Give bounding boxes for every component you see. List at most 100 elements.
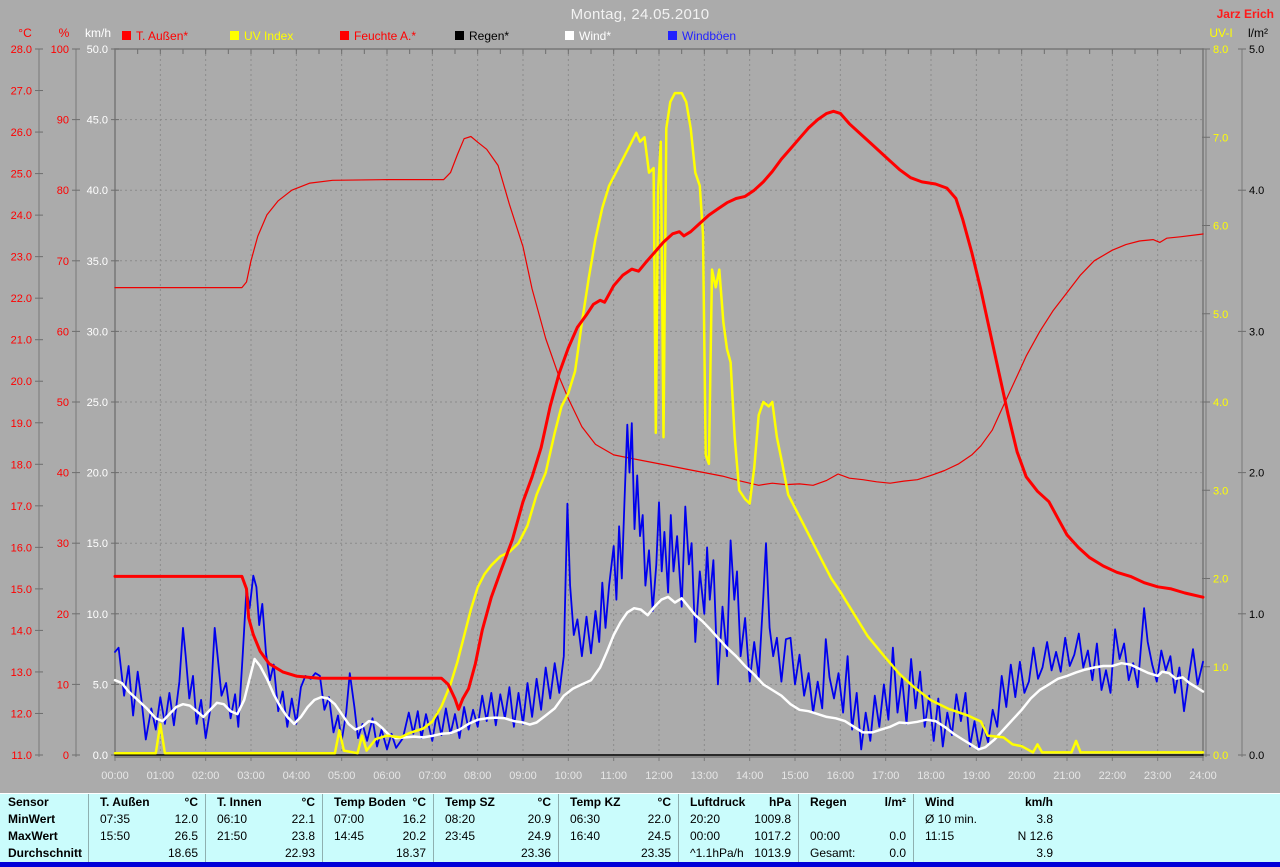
x-tick-label: 01:00 bbox=[147, 770, 175, 782]
axis-tick-label: 15.0 bbox=[11, 584, 32, 596]
table-cell: 23.35 bbox=[558, 845, 678, 862]
x-tick-label: 04:00 bbox=[283, 770, 311, 782]
axis-rain: l/m² 0.0 1.0 2.0 3.0 4.0 5.0 bbox=[1238, 26, 1268, 762]
axis-tick-label: 100 bbox=[51, 44, 69, 56]
x-axis-labels: 00:00 01:00 02:00 03:00 04:00 05:00 06:00 07:00… bbox=[101, 770, 1217, 782]
axis-tick-label: 3.0 bbox=[1213, 485, 1228, 497]
table-cell: T. Außen °C bbox=[88, 794, 205, 811]
x-tick-label: 20:00 bbox=[1008, 770, 1036, 782]
x-tick-label: 11:00 bbox=[600, 770, 627, 782]
x-tick-label: 19:00 bbox=[963, 770, 991, 782]
table-cell: Ø 10 min. 3.8 bbox=[913, 811, 1060, 828]
axis-uv: UV-I 0.0 1.0 2.0 3.0 4.0 5.0 6.0 7.0 8.0 bbox=[1202, 26, 1233, 762]
axis-tick-label: 17.0 bbox=[11, 501, 32, 513]
axis-tick-label: 80 bbox=[57, 185, 69, 197]
table-cell: Gesamt: 0.0 bbox=[798, 845, 913, 862]
axis-tick-label: 0.0 bbox=[1213, 750, 1228, 762]
table-cell: T. Innen °C bbox=[205, 794, 322, 811]
axis-tick-label: 15.0 bbox=[87, 538, 108, 550]
axis-tick-label: 10.0 bbox=[87, 609, 108, 621]
axis-tick-label: 21.0 bbox=[11, 335, 32, 347]
axis-tick-label: 0 bbox=[63, 750, 69, 762]
row-label: Sensor bbox=[8, 795, 49, 809]
legend-label: Feuchte A.* bbox=[354, 29, 416, 43]
table-cell: 21:50 23.8 bbox=[205, 828, 322, 845]
axis-tick-label: 0.0 bbox=[93, 750, 108, 762]
axis-tick-label: 6.0 bbox=[1213, 221, 1228, 233]
x-tick-label: 06:00 bbox=[373, 770, 401, 782]
axis-tick-label: 40 bbox=[57, 468, 69, 480]
axis-tick-label: 50.0 bbox=[87, 44, 108, 56]
chart-legend: T. Außen* UV Index Feuchte A.* Regen* Wind* W… bbox=[122, 29, 736, 43]
axis-tick-label: 20.0 bbox=[87, 468, 108, 480]
table-cell: 3.9 bbox=[913, 845, 1060, 862]
axis-tick-label: 26.0 bbox=[11, 127, 32, 139]
axis-tick-label: 19.0 bbox=[11, 418, 32, 430]
table-cell: 23:45 24.9 bbox=[433, 828, 558, 845]
sensor-stats-table: Sensor T. Außen °C T. Innen °C Temp Boden °C Te… bbox=[0, 793, 1280, 863]
x-tick-label: 03:00 bbox=[237, 770, 265, 782]
table-row: Durchschnitt 18.65 22.93 18.37 23.36 23.35 ^1.… bbox=[0, 845, 1280, 862]
axis-tick-label: 7.0 bbox=[1213, 132, 1228, 144]
legend-swatch bbox=[122, 31, 131, 40]
axis-tick-label: 16.0 bbox=[11, 542, 32, 554]
axis-humidity: % 0 10 20 30 40 50 60 70 80 90 100 bbox=[51, 26, 80, 762]
x-tick-label: 18:00 bbox=[917, 770, 945, 782]
axis-tick-label: 18.0 bbox=[11, 459, 32, 471]
axis-tick-label: 25.0 bbox=[11, 169, 32, 181]
legend-label: Regen* bbox=[469, 29, 509, 43]
axis-unit-label: % bbox=[59, 26, 70, 40]
table-cell: 22.93 bbox=[205, 845, 322, 862]
legend-swatch bbox=[340, 31, 349, 40]
table-cell: 18.65 bbox=[88, 845, 205, 862]
x-tick-label: 17:00 bbox=[872, 770, 900, 782]
axis-tick-label: 4.0 bbox=[1249, 185, 1264, 197]
axis-tick-label: 5.0 bbox=[1213, 309, 1228, 321]
row-label: MinWert bbox=[8, 812, 56, 826]
x-tick-label: 07:00 bbox=[419, 770, 447, 782]
axis-unit-label: l/m² bbox=[1248, 26, 1268, 40]
axis-tick-label: 20 bbox=[57, 609, 69, 621]
x-tick-label: 16:00 bbox=[827, 770, 855, 782]
x-tick-label: 24:00 bbox=[1189, 770, 1217, 782]
axis-tick-label: 11.0 bbox=[11, 750, 32, 762]
legend-swatch bbox=[668, 31, 677, 40]
x-tick-label: 15:00 bbox=[781, 770, 809, 782]
axis-tick-label: 8.0 bbox=[1213, 44, 1228, 56]
axis-tick-label: 70 bbox=[57, 256, 69, 268]
table-cell: 18.37 bbox=[322, 845, 433, 862]
table-cell: 08:20 20.9 bbox=[433, 811, 558, 828]
weather-chart: °C 11.0 12.0 13.0 14.0 15.0 16.0 17.0 18.0 19.0 20… bbox=[11, 26, 1268, 782]
x-tick-label: 13:00 bbox=[691, 770, 719, 782]
axis-temp: °C 11.0 12.0 13.0 14.0 15.0 16.0 17.0 18.0 19.0 20… bbox=[11, 26, 43, 762]
axis-tick-label: 50 bbox=[57, 397, 69, 409]
table-cell: 00:00 1017.2 bbox=[678, 828, 798, 845]
x-tick-label: 21:00 bbox=[1053, 770, 1081, 782]
table-cell: 00:00 0.0 bbox=[798, 828, 913, 845]
table-cell: 07:00 16.2 bbox=[322, 811, 433, 828]
table-cell: Regen l/m² bbox=[798, 794, 913, 811]
axis-tick-label: 20.0 bbox=[11, 376, 32, 388]
table-row: MinWert 07:35 12.0 06:10 22.1 07:00 16.2 08:20 2… bbox=[0, 811, 1280, 828]
weather-app-screen: Montag, 24.05.2010 Jarz Erich °C 11.0 12.0… bbox=[0, 0, 1280, 867]
axis-tick-label: 13.0 bbox=[11, 667, 32, 679]
x-tick-label: 12:00 bbox=[645, 770, 673, 782]
legend-swatch bbox=[230, 31, 239, 40]
axis-tick-label: 2.0 bbox=[1249, 468, 1264, 480]
axis-tick-label: 25.0 bbox=[87, 397, 108, 409]
x-tick-label: 05:00 bbox=[328, 770, 356, 782]
axis-tick-label: 4.0 bbox=[1213, 397, 1228, 409]
table-cell: 06:30 22.0 bbox=[558, 811, 678, 828]
legend-label: T. Außen* bbox=[136, 29, 188, 43]
x-tick-label: 00:00 bbox=[101, 770, 129, 782]
table-cell: 11:15 N 12.6 bbox=[913, 828, 1060, 845]
axis-tick-label: 10 bbox=[57, 679, 69, 691]
axis-tick-label: 22.0 bbox=[11, 293, 32, 305]
x-tick-label: 08:00 bbox=[464, 770, 492, 782]
axis-tick-label: 1.0 bbox=[1213, 662, 1228, 674]
axis-tick-label: 30 bbox=[57, 538, 69, 550]
legend-swatch bbox=[455, 31, 464, 40]
axis-tick-label: 60 bbox=[57, 326, 69, 338]
table-cell: Temp KZ °C bbox=[558, 794, 678, 811]
axis-tick-label: 23.0 bbox=[11, 252, 32, 264]
